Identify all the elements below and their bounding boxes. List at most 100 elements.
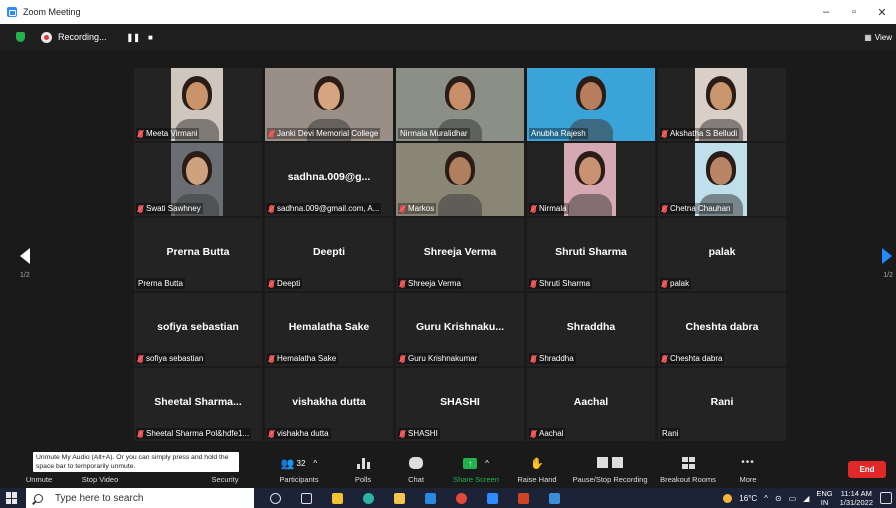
language-indicator[interactable]: ENG IN <box>816 489 832 507</box>
file-explorer-icon[interactable] <box>322 488 353 508</box>
grid-view-icon: ▦ <box>864 32 872 42</box>
participant-body <box>568 194 612 216</box>
participant-tile[interactable]: Shraddha Shraddha <box>527 293 655 366</box>
participant-display-name: Deepti <box>312 246 346 258</box>
polls-button[interactable]: Polls <box>345 448 381 488</box>
participant-name: Deepti <box>277 279 301 288</box>
muted-microphone-icon <box>269 279 274 288</box>
tray-chevron-icon[interactable]: ^ <box>764 494 768 503</box>
pause-stop-recording-button[interactable]: Pause/Stop Recording <box>568 448 652 488</box>
participant-name-label: Markos <box>398 203 437 214</box>
participant-display-name: sadhna.009@g... <box>287 171 371 183</box>
stop-recording-icon[interactable]: ■ <box>148 33 153 42</box>
close-button[interactable]: ✕ <box>868 6 896 19</box>
participant-display-name: Shruti Sharma <box>555 246 627 258</box>
stop-icon <box>612 457 623 468</box>
minimize-button[interactable]: – <box>812 6 840 18</box>
participant-tile[interactable]: Meeta Virmani <box>134 68 262 141</box>
participant-tile[interactable]: Janki Devi Memorial College <box>265 68 393 141</box>
chat-button[interactable]: Chat <box>398 448 434 488</box>
share-caret-up-icon[interactable]: ^ <box>485 459 489 468</box>
security-shield-icon[interactable] <box>16 32 25 42</box>
participant-tile[interactable]: Markos <box>396 143 524 216</box>
network-icon[interactable]: ⊙ <box>775 494 782 503</box>
photos-icon[interactable] <box>539 488 570 508</box>
next-page-arrow-icon[interactable] <box>882 248 892 264</box>
region-code: IN <box>820 498 829 507</box>
participant-tile[interactable]: Shreeja Verma Shreeja Verma <box>396 218 524 291</box>
participant-tile[interactable]: Cheshta dabra Cheshta dabra <box>658 293 786 366</box>
recording-icon <box>41 31 52 43</box>
powerpoint-icon[interactable] <box>508 488 539 508</box>
participant-name-label: SHASHI <box>398 428 440 439</box>
stop-video-label: Stop Video <box>81 475 119 484</box>
caret-up-icon[interactable]: ^ <box>313 459 317 468</box>
task-view-icon[interactable] <box>260 488 291 508</box>
participant-tile[interactable]: SHASHI SHASHI <box>396 368 524 441</box>
participant-tile[interactable]: Nirmala <box>527 143 655 216</box>
raise-hand-button[interactable]: ✋ Raise Hand <box>514 448 560 488</box>
muted-microphone-icon <box>269 429 274 438</box>
muted-microphone-icon <box>269 204 274 213</box>
participant-tile[interactable]: Swati Sawhney <box>134 143 262 216</box>
share-screen-button[interactable]: ↑ ^ Share Screen <box>446 448 506 488</box>
muted-microphone-icon <box>269 129 274 138</box>
page-indicator-right: 1/2 <box>883 272 893 279</box>
participant-body <box>438 194 482 216</box>
participant-tile[interactable]: Aachal Aachal <box>527 368 655 441</box>
participant-tile[interactable]: sofiya sebastian sofiya sebastian <box>134 293 262 366</box>
participant-tile[interactable]: sadhna.009@g... sadhna.009@gmail.com, A..… <box>265 143 393 216</box>
chrome-icon[interactable] <box>446 488 477 508</box>
battery-icon[interactable]: ▭ <box>789 494 797 503</box>
pause-recording-icon[interactable]: ❚❚ <box>127 33 140 42</box>
mail-icon[interactable] <box>415 488 446 508</box>
more-button[interactable]: ••• More <box>732 448 764 488</box>
participant-display-name: Sheetal Sharma... <box>154 396 242 408</box>
participant-tile[interactable]: Prerna Butta Prerna Butta <box>134 218 262 291</box>
muted-microphone-icon <box>138 429 143 438</box>
zoom-taskbar-icon[interactable] <box>477 488 508 508</box>
participant-tile[interactable]: palak palak <box>658 218 786 291</box>
participant-tile[interactable]: vishakha dutta vishakha dutta <box>265 368 393 441</box>
clock-time: 11:14 AM <box>840 489 872 498</box>
windows-start-icon[interactable] <box>6 492 18 504</box>
participant-name: Aachal <box>539 429 564 438</box>
window-title: Zoom Meeting <box>23 7 81 17</box>
participant-name: sofiya sebastian <box>146 354 204 363</box>
participant-tile[interactable]: Guru Krishnaku... Guru Krishnakumar <box>396 293 524 366</box>
notifications-icon[interactable] <box>880 492 892 504</box>
participant-tile[interactable]: Sheetal Sharma... Sheetal Sharma Pol&hdfe… <box>134 368 262 441</box>
participant-tile[interactable]: Akshatha S Belludi <box>658 68 786 141</box>
participant-tile[interactable]: Shruti Sharma Shruti Sharma <box>527 218 655 291</box>
clock-date: 1/31/2022 <box>839 498 873 507</box>
participant-tile[interactable]: Deepti Deepti <box>265 218 393 291</box>
participant-name-label: Chetna Chauhan <box>660 203 733 214</box>
weather-sun-icon[interactable] <box>723 493 733 503</box>
participant-tile[interactable]: Hemalatha Sake Hemalatha Sake <box>265 293 393 366</box>
clock[interactable]: 11:14 AM 1/31/2022 <box>840 489 873 507</box>
view-button[interactable]: ▦ View <box>864 24 896 50</box>
taskbar-search-box[interactable]: Type here to search <box>26 488 254 508</box>
participant-tile[interactable]: Rani Rani <box>658 368 786 441</box>
wifi-icon[interactable]: ◢ <box>803 494 809 503</box>
participant-name-label: Swati Sawhney <box>136 203 203 214</box>
muted-microphone-icon <box>269 354 274 363</box>
edge-browser-icon[interactable] <box>353 488 384 508</box>
breakout-rooms-button[interactable]: Breakout Rooms <box>656 448 720 488</box>
participant-name: Chetna Chauhan <box>670 204 731 213</box>
store-icon[interactable] <box>384 488 415 508</box>
muted-microphone-icon <box>400 204 405 213</box>
participant-display-name: Hemalatha Sake <box>288 321 370 333</box>
participants-button[interactable]: 👥 32 ^ Participants <box>268 448 330 488</box>
participant-tile[interactable]: Nirmala Muralidhar <box>396 68 524 141</box>
participant-tile[interactable]: Anubha Rajesh <box>527 68 655 141</box>
temperature[interactable]: 16°C <box>739 494 757 503</box>
previous-page-arrow-icon[interactable] <box>20 248 30 264</box>
participant-name-label: sadhna.009@gmail.com, A... <box>267 203 382 214</box>
end-meeting-button[interactable]: End <box>848 461 886 478</box>
participant-tile[interactable]: Chetna Chauhan <box>658 143 786 216</box>
chat-bubble-icon <box>409 457 423 469</box>
polls-label: Polls <box>354 475 372 484</box>
maximize-button[interactable]: ▫ <box>840 6 868 18</box>
task-switcher-icon[interactable] <box>291 488 322 508</box>
